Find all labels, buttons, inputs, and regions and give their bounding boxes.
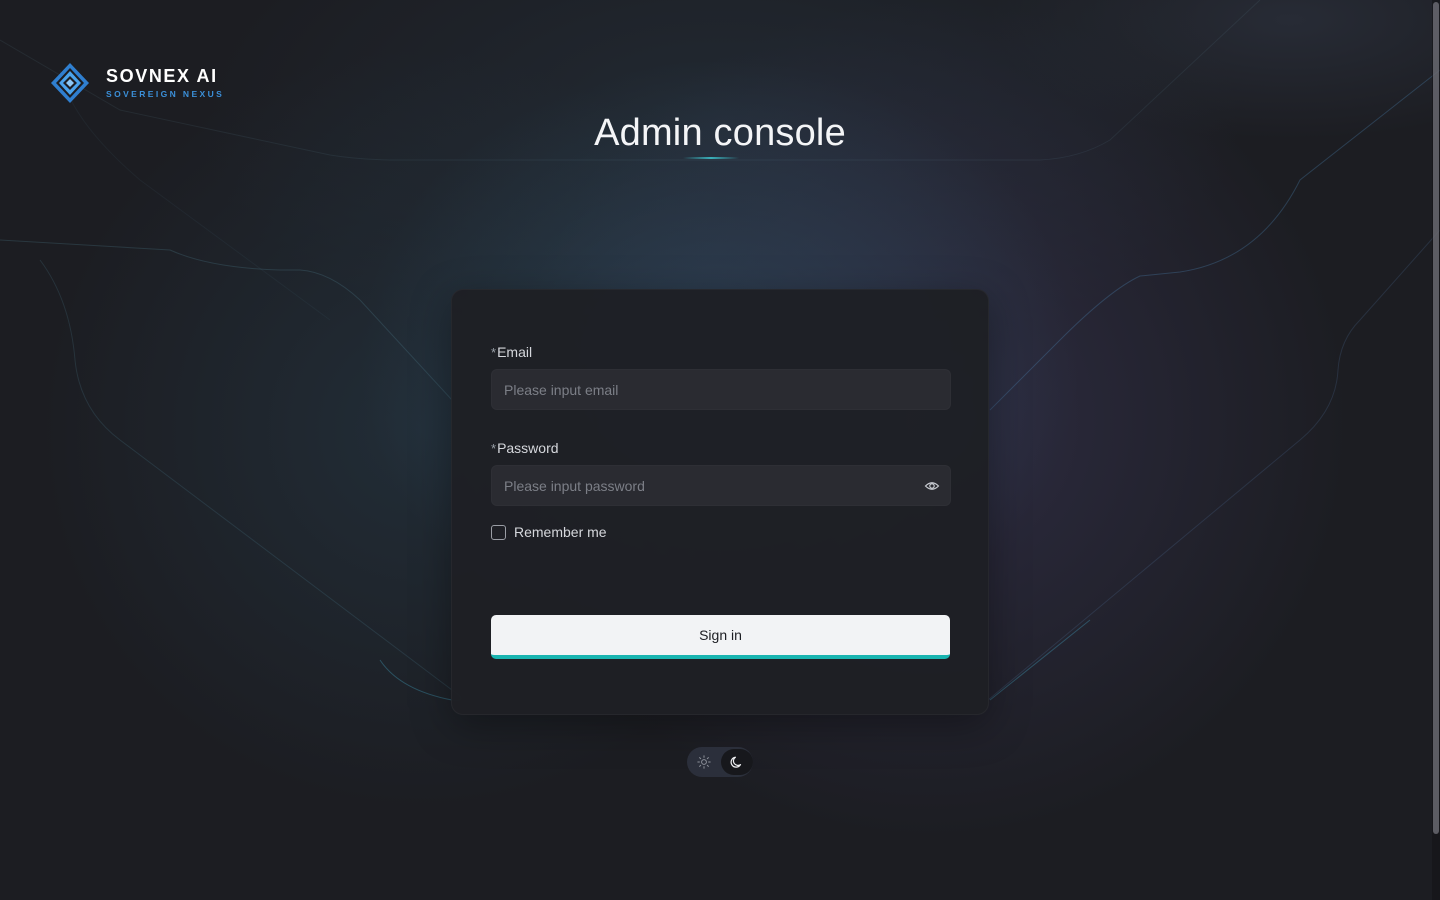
theme-toggle[interactable] (687, 747, 753, 777)
moon-icon (730, 756, 742, 768)
brand-name: SOVNEX AI (106, 65, 218, 86)
brand-tagline: SOVEREIGN NEXUS (106, 88, 225, 99)
sign-in-button[interactable]: Sign in (491, 615, 950, 659)
sun-icon (697, 755, 711, 769)
email-field[interactable] (492, 370, 950, 409)
login-card: *Email *Password Remember me Sign in (451, 289, 989, 715)
brand-text: SOVNEX AI SOVEREIGN NEXUS (106, 66, 224, 101)
remember-me-label: Remember me (514, 524, 607, 540)
light-theme-option[interactable] (689, 749, 719, 775)
login-page: SOVNEX AI SOVEREIGN NEXUS Admin console … (0, 0, 1440, 900)
page-title: Admin console (594, 112, 846, 154)
password-field-wrapper (491, 465, 951, 506)
checkbox-box[interactable] (491, 524, 506, 540)
scrollbar-thumb[interactable] (1433, 2, 1439, 834)
title-underline (683, 157, 739, 159)
remember-me-checkbox[interactable]: Remember me (491, 524, 607, 540)
page-scrollbar[interactable] (1432, 0, 1440, 900)
email-label-text: Email (497, 344, 533, 360)
email-field-wrapper (491, 369, 951, 410)
required-mark: * (491, 345, 497, 360)
password-label-text: Password (497, 440, 559, 456)
password-field[interactable] (492, 466, 950, 505)
brand-logo[interactable]: SOVNEX AI SOVEREIGN NEXUS (50, 62, 224, 104)
password-label: *Password (491, 440, 559, 456)
diamond-logo-icon (51, 63, 89, 103)
eye-icon[interactable] (924, 478, 940, 494)
email-label: *Email (491, 344, 532, 360)
dark-theme-option[interactable] (721, 749, 753, 775)
required-mark: * (491, 441, 497, 456)
